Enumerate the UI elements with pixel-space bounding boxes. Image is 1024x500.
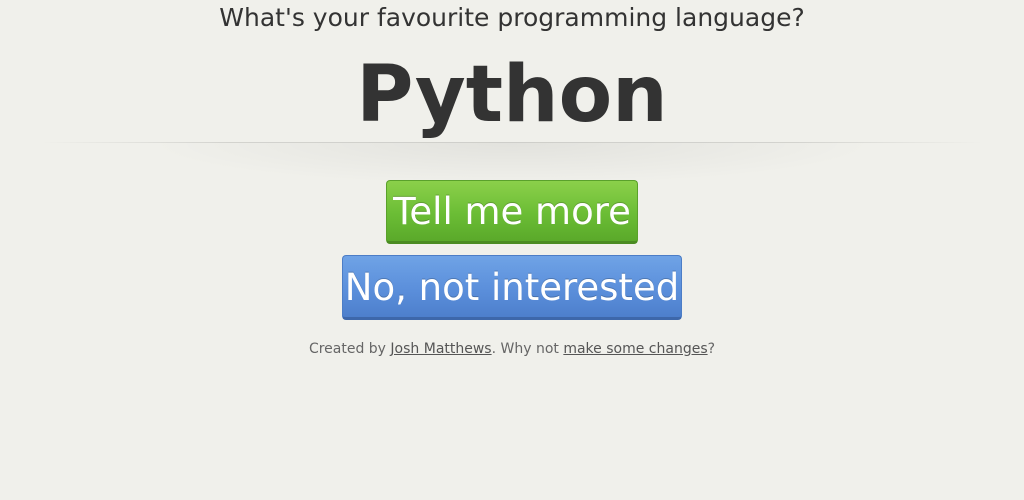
footer: Created by Josh Matthews. Why not make s…	[0, 339, 1024, 359]
author-link[interactable]: Josh Matthews	[390, 341, 491, 357]
footer-prefix: Created by	[308, 341, 391, 357]
question-text: What's your favourite programming langua…	[219, 3, 805, 32]
page: What's your favourite programming langua…	[0, 0, 1024, 500]
footer-suffix: ?	[707, 341, 716, 357]
answer-title: Python	[356, 50, 668, 140]
tell-me-more-button[interactable]: Tell me more	[386, 180, 638, 244]
not-interested-button[interactable]: No, not interested	[342, 255, 682, 320]
divider	[40, 142, 984, 143]
make-changes-link[interactable]: make some changes	[563, 341, 707, 357]
footer-middle: . Why not	[491, 341, 564, 357]
